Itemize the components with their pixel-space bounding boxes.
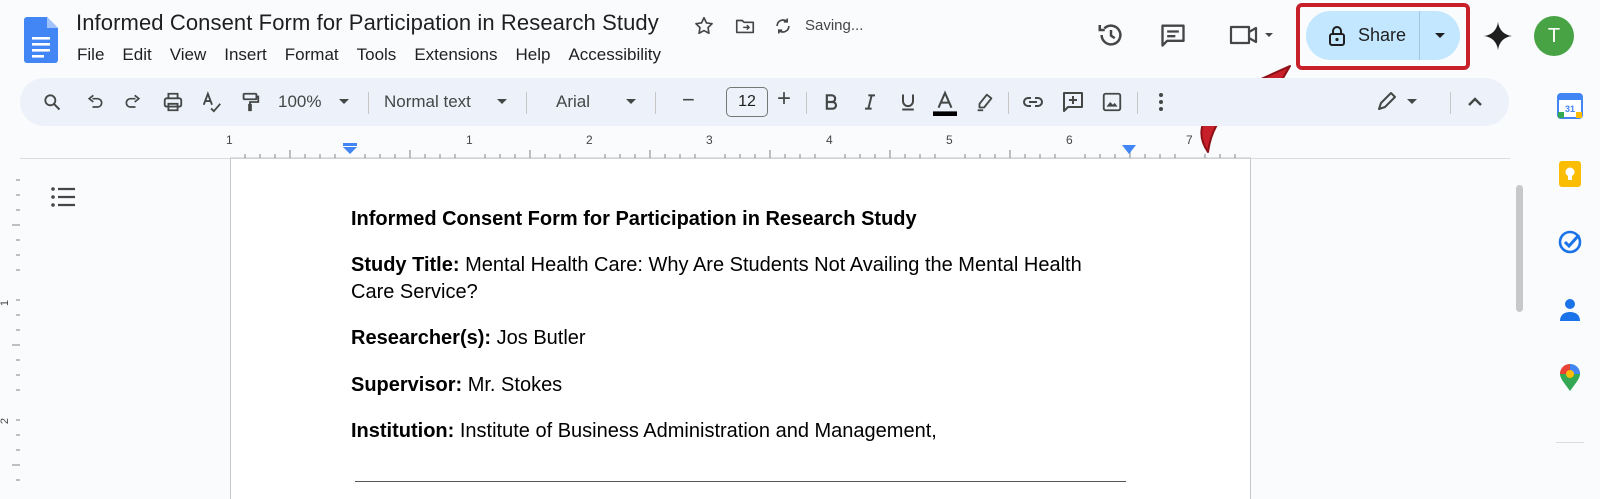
ruler-label: 4 — [826, 133, 833, 147]
left-indent-marker[interactable] — [342, 143, 358, 155]
share-button-group: Share — [1306, 11, 1460, 60]
side-panel: 31 — [1540, 78, 1600, 487]
search-icon[interactable] — [40, 90, 64, 114]
italic-icon[interactable] — [858, 90, 882, 114]
avatar[interactable]: T — [1534, 16, 1574, 56]
scrollbar-thumb[interactable] — [1516, 185, 1523, 312]
toolbar-divider — [806, 92, 807, 114]
ruler-label: 3 — [706, 133, 713, 147]
undo-icon[interactable] — [83, 90, 107, 114]
right-indent-marker[interactable] — [1122, 145, 1136, 155]
menu-extensions[interactable]: Extensions — [405, 44, 506, 66]
comment-icon[interactable] — [1153, 15, 1193, 55]
horizontal-line — [355, 481, 1126, 482]
menu-bar: File Edit View Insert Format Tools Exten… — [68, 44, 670, 66]
gemini-icon[interactable] — [1478, 16, 1518, 56]
chevron-down-icon[interactable] — [623, 90, 639, 114]
study-title-paragraph[interactable]: Study Title: Mental Health Care: Why Are… — [351, 252, 1091, 306]
share-label: Share — [1358, 25, 1407, 45]
menu-help[interactable]: Help — [506, 44, 559, 66]
menu-insert[interactable]: Insert — [215, 44, 276, 66]
style-select[interactable]: Normal text — [384, 90, 494, 114]
maps-icon[interactable] — [1556, 364, 1584, 392]
document-title[interactable]: Informed Consent Form for Participation … — [76, 10, 659, 36]
sync-icon — [771, 14, 795, 38]
font-size-input[interactable]: 12 — [726, 87, 768, 117]
menu-tools[interactable]: Tools — [348, 44, 406, 66]
document-heading[interactable]: Informed Consent Form for Participation … — [351, 206, 1091, 233]
more-icon[interactable] — [1149, 90, 1173, 114]
toolbar: 100% Normal text Arial − 12 + — [20, 78, 1509, 126]
ruler-label: 7 — [1186, 133, 1193, 147]
highlight-icon[interactable] — [973, 90, 997, 114]
decrease-font-size-button[interactable]: − — [682, 88, 695, 112]
menu-edit[interactable]: Edit — [113, 44, 160, 66]
ruler-label: 1 — [226, 133, 233, 147]
supervisor-paragraph[interactable]: Supervisor: Mr. Stokes — [351, 372, 1091, 399]
horizontal-ruler[interactable]: 1 1 2 3 4 5 6 7 — [226, 133, 1251, 159]
chevron-down-icon[interactable] — [336, 90, 352, 114]
toolbar-divider — [1137, 92, 1138, 114]
toolbar-divider — [1008, 92, 1009, 114]
link-icon[interactable] — [1021, 90, 1045, 114]
side-panel-divider — [1556, 442, 1584, 443]
zoom-select[interactable]: 100% — [278, 90, 338, 114]
ruler-label: 2 — [586, 133, 593, 147]
print-icon[interactable] — [161, 90, 185, 114]
redo-icon[interactable] — [121, 90, 145, 114]
contacts-icon[interactable] — [1556, 296, 1584, 324]
menu-file[interactable]: File — [68, 44, 113, 66]
underline-icon[interactable] — [896, 90, 920, 114]
saving-status: Saving... — [805, 17, 864, 34]
vertical-ruler[interactable]: 1 2 — [0, 159, 20, 487]
menu-format[interactable]: Format — [276, 44, 348, 66]
menu-accessibility[interactable]: Accessibility — [559, 44, 670, 66]
text-color-icon[interactable] — [933, 90, 957, 118]
outline-icon[interactable] — [50, 185, 78, 213]
spellcheck-icon[interactable] — [200, 90, 224, 114]
toolbar-divider — [1450, 92, 1451, 114]
toolbar-divider — [526, 92, 527, 114]
calendar-icon[interactable]: 31 — [1556, 92, 1584, 120]
vertical-ruler-label: 2 — [0, 417, 12, 425]
share-dropdown-button[interactable] — [1420, 11, 1460, 60]
paint-format-icon[interactable] — [238, 90, 262, 114]
ruler-label: 6 — [1066, 133, 1073, 147]
keep-icon[interactable] — [1556, 160, 1584, 188]
ruler-label: 5 — [946, 133, 953, 147]
share-button[interactable]: Share — [1306, 11, 1420, 60]
menu-view[interactable]: View — [161, 44, 216, 66]
ruler-label: 1 — [466, 133, 473, 147]
lock-icon — [1328, 25, 1346, 46]
researcher-paragraph[interactable]: Researcher(s): Jos Butler — [351, 325, 1091, 352]
increase-font-size-button[interactable]: + — [777, 87, 791, 111]
meet-icon[interactable] — [1222, 15, 1282, 55]
toolbar-divider — [655, 92, 656, 114]
collapse-icon[interactable] — [1463, 90, 1487, 114]
image-icon[interactable] — [1100, 90, 1124, 114]
vertical-ruler-label: 1 — [0, 299, 12, 307]
institution-paragraph[interactable]: Institution: Institute of Business Admin… — [351, 418, 1091, 445]
toolbar-divider — [368, 92, 369, 114]
move-folder-icon[interactable] — [733, 14, 757, 38]
history-icon[interactable] — [1091, 15, 1131, 55]
add-comment-icon[interactable] — [1061, 90, 1085, 114]
tasks-icon[interactable] — [1556, 228, 1584, 256]
chevron-down-icon[interactable] — [494, 90, 510, 114]
svg-text:31: 31 — [1565, 104, 1575, 114]
edit-mode-icon[interactable] — [1376, 90, 1420, 114]
star-icon[interactable] — [692, 14, 716, 38]
docs-logo-icon[interactable] — [24, 17, 58, 63]
font-select[interactable]: Arial — [556, 90, 626, 114]
bold-icon[interactable] — [819, 90, 843, 114]
